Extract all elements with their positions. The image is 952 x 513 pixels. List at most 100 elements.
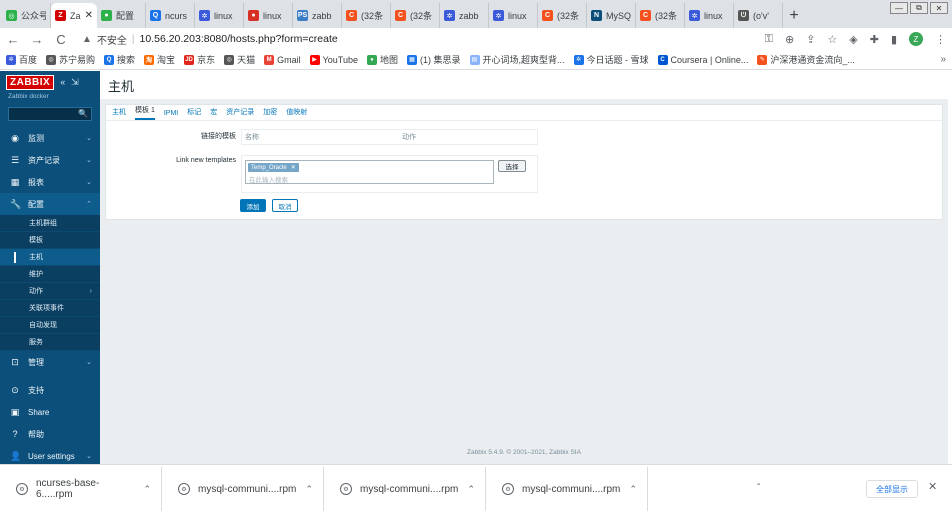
forward-icon[interactable]: → <box>30 32 44 47</box>
form-tab-3[interactable]: 标记 <box>187 107 201 120</box>
sidebar-item-admin[interactable]: ⊡ 管理 ⌄ <box>0 351 100 373</box>
submenu-item-7[interactable]: 服务 <box>0 334 100 351</box>
star-icon[interactable]: ☆ <box>827 33 837 46</box>
bookmarks-overflow-icon[interactable]: » <box>940 54 946 65</box>
puzzle-icon[interactable]: ✚ <box>870 33 879 46</box>
show-all-button[interactable]: 全部显示 <box>866 480 918 498</box>
bookmark-item[interactable]: 淘淘宝 <box>144 53 175 66</box>
warning-icon[interactable]: ▲ <box>82 34 92 45</box>
sidepanel-icon[interactable]: ▮ <box>891 33 897 46</box>
sidebar-footer-item-1[interactable]: ▣ Share <box>0 401 100 423</box>
tab-label: (o'v' <box>753 10 769 21</box>
collapse-sidebar-icon[interactable]: « <box>60 77 65 87</box>
sidebar-item-1[interactable]: ☰ 资产记录 ⌄ <box>0 149 100 171</box>
submenu-item-2[interactable]: 主机 <box>0 249 100 266</box>
bookmark-item[interactable]: ✎ 沪深港通资金流向_... <box>757 53 855 66</box>
bookmark-item[interactable]: ✲ 百度 <box>6 53 37 66</box>
chevron-up-icon[interactable]: ⌃ <box>629 484 637 495</box>
zabbix-logo[interactable]: ZABBIX <box>6 74 55 90</box>
close-downloads-icon[interactable]: ✕ <box>928 480 937 493</box>
browser-tab[interactable]: PS zabb <box>293 3 342 28</box>
sidebar-footer-item-3[interactable]: 👤 User settings ⌄ <box>0 445 100 464</box>
form-tab-1[interactable]: 模板 1 <box>135 105 155 120</box>
browser-tab[interactable]: ● linux <box>244 3 293 28</box>
browser-tab[interactable]: ● 配置 <box>97 3 146 28</box>
sidebar-item-2[interactable]: ▦ 报表 ⌄ <box>0 171 100 193</box>
zoom-icon[interactable]: ⊕ <box>785 33 794 46</box>
template-multiselect[interactable]: Temp_Oracle ✕ 在此输入搜索 <box>245 160 494 184</box>
download-item[interactable]: ⚙ mysql-communi....rpm ⌃ <box>324 467 486 511</box>
sidebar-footer-item-2[interactable]: ? 帮助 <box>0 423 100 445</box>
browser-tab[interactable]: ✲ linux <box>685 3 734 28</box>
bookmark-item[interactable]: ● 地图 <box>366 53 398 66</box>
submenu-item-4[interactable]: 动作 › <box>0 283 100 300</box>
bookmark-item[interactable]: M Gmail <box>264 54 301 65</box>
bookmark-item[interactable]: ✲ 今日话题 - 雪球 <box>573 53 649 66</box>
bookmark-item[interactable]: JD 京东 <box>184 53 215 66</box>
bookmark-item[interactable]: ◎ 苏宁易购 <box>46 53 95 66</box>
omnibox[interactable]: ▲ 不安全 | 10.56.20.203:8080/hosts.php?form… <box>78 30 728 48</box>
new-tab-button[interactable]: + <box>783 3 805 28</box>
bookmark-item[interactable]: Q 搜索 <box>104 53 135 66</box>
profile-avatar[interactable]: Z <box>909 32 923 46</box>
browser-tab[interactable]: ✲ zabb <box>440 3 489 28</box>
kiosk-mode-icon[interactable]: ⇲ <box>71 77 79 88</box>
template-search-input[interactable]: 在此输入搜索 <box>249 174 288 184</box>
download-item[interactable]: ⚙ ncurses-base-6.....rpm ⌃ <box>0 467 162 511</box>
add-button[interactable]: 添加 <box>240 199 266 212</box>
back-icon[interactable]: ← <box>6 32 20 47</box>
sidebar-item-3[interactable]: 🔧 配置 ⌃ <box>0 193 100 215</box>
remove-chip-icon[interactable]: ✕ <box>291 164 296 171</box>
form-tab-0[interactable]: 主机 <box>112 107 126 120</box>
share-icon[interactable]: ⇪ <box>806 33 815 46</box>
browser-tab[interactable]: C (32条 <box>391 3 440 28</box>
chevron-up-icon[interactable]: ⌃ <box>467 484 475 495</box>
extension-icon[interactable]: ◈ <box>849 33 857 46</box>
restore-button[interactable]: ⧉ <box>910 2 928 14</box>
form-tab-2[interactable]: IPMI <box>164 110 178 120</box>
bookmark-item[interactable]: ▤ 开心词场,超爽型背... <box>469 53 565 66</box>
download-item[interactable]: ⚙ mysql-communi....rpm ⌃ <box>162 467 324 511</box>
form-tab-5[interactable]: 资产记录 <box>226 107 254 120</box>
bookmark-favicon-icon: 淘 <box>144 54 155 65</box>
sidebar-footer-item-0[interactable]: ⊙ 支持 <box>0 379 100 401</box>
browser-tab[interactable]: Qncurs <box>146 3 195 28</box>
url-text[interactable]: 10.56.20.203:8080/hosts.php?form=create <box>140 33 338 45</box>
bookmark-item[interactable]: C Coursera | Online... <box>657 54 748 65</box>
bookmark-item[interactable]: ▶ YouTube <box>309 54 358 65</box>
download-item[interactable]: ⚙ mysql-communi....rpm ⌃ <box>486 467 648 511</box>
browser-tab[interactable]: C (32条 <box>538 3 587 28</box>
browser-tab[interactable]: C (32条 <box>342 3 391 28</box>
browser-tab[interactable]: ᕫ (o'v' <box>734 3 783 28</box>
form-tab-4[interactable]: 宏 <box>210 107 217 120</box>
sidebar-search-input[interactable]: 🔍 <box>8 107 92 121</box>
chevron-up-icon[interactable]: ⌃ <box>143 484 151 495</box>
submenu-item-0[interactable]: 主机群组 <box>0 215 100 232</box>
submenu-item-3[interactable]: 维护 <box>0 266 100 283</box>
bookmark-item[interactable]: ▦ (1) 集思录 <box>407 53 461 66</box>
tab-label: linux <box>263 10 282 21</box>
select-button[interactable]: 选择 <box>498 160 526 172</box>
browser-tab[interactable]: ✲ linux <box>489 3 538 28</box>
close-tab-icon[interactable]: ✕ <box>85 10 93 21</box>
submenu-item-6[interactable]: 自动发现 <box>0 317 100 334</box>
chevron-up-icon[interactable]: ⌃ <box>305 484 313 495</box>
form-tab-7[interactable]: 值映射 <box>286 107 307 120</box>
tab-active[interactable]: Z Za ✕ <box>51 3 97 28</box>
browser-tab[interactable]: ✲ linux <box>195 3 244 28</box>
close-window-button[interactable]: ✕ <box>930 2 948 14</box>
minimize-button[interactable]: — <box>890 2 908 14</box>
search-icon[interactable]: 🔍 <box>78 109 88 118</box>
key-icon[interactable]: ⚿ <box>765 33 773 46</box>
form-tab-6[interactable]: 加密 <box>263 107 277 120</box>
sidebar-item-0[interactable]: ◉ 监测 ⌄ <box>0 127 100 149</box>
browser-tab[interactable]: N MySQ <box>587 3 636 28</box>
browser-tab[interactable]: ◎ 公众号 <box>2 3 51 28</box>
menu-dots-icon[interactable]: ⋮ <box>935 33 946 46</box>
submenu-item-5[interactable]: 关联项事件 <box>0 300 100 317</box>
browser-tab[interactable]: C (32条 <box>636 3 685 28</box>
submenu-item-1[interactable]: 模板 <box>0 232 100 249</box>
bookmark-item[interactable]: ◎ 天猫 <box>224 53 255 66</box>
reload-icon[interactable]: C <box>54 32 68 47</box>
cancel-button[interactable]: 取消 <box>272 199 298 212</box>
